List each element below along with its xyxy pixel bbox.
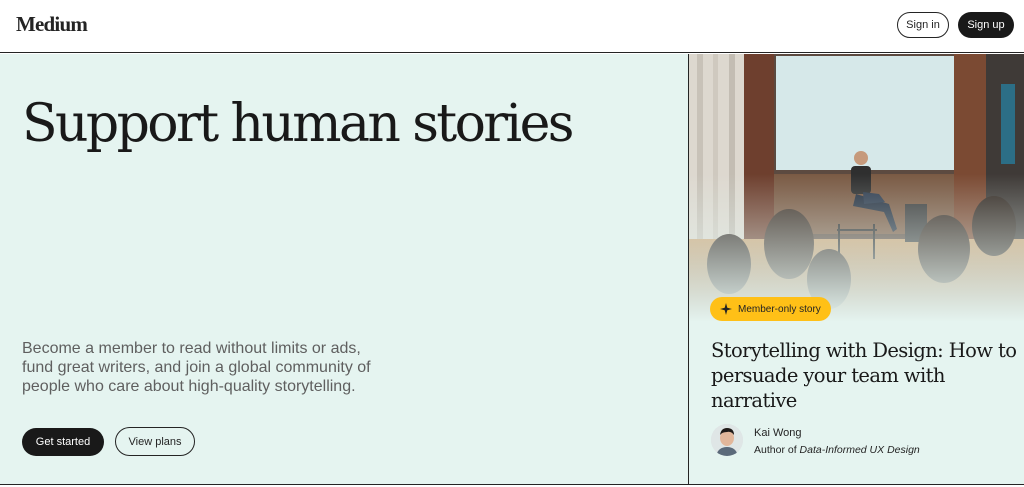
hero-section: Support human stories Become a member to…: [0, 54, 1024, 484]
hero-headline: Support human stories: [22, 94, 574, 154]
hero-content: Support human stories Become a member to…: [0, 54, 688, 484]
author-avatar[interactable]: [711, 424, 743, 456]
member-only-badge: Member-only story: [710, 297, 831, 321]
member-only-badge-label: Member-only story: [738, 303, 821, 315]
author-description: Author of Data-Informed UX Design: [754, 444, 920, 456]
bottom-divider: [0, 484, 1024, 485]
featured-story-card[interactable]: Member-only story Storytelling with Desi…: [689, 54, 1024, 484]
get-started-button[interactable]: Get started: [22, 428, 104, 456]
view-plans-button[interactable]: View plans: [115, 427, 195, 456]
author-name[interactable]: Kai Wong: [754, 427, 802, 439]
hero-description: Become a member to read without limits o…: [22, 340, 371, 395]
sign-up-button[interactable]: Sign up: [958, 12, 1014, 38]
medium-logo[interactable]: Medium: [16, 12, 88, 37]
story-cover-image: [689, 54, 1024, 322]
author-book-title: Data-Informed UX Design: [799, 444, 920, 456]
sign-in-button[interactable]: Sign in: [897, 12, 949, 38]
story-title[interactable]: Storytelling with Design: How to persuad…: [711, 338, 1021, 413]
sparkle-icon: [720, 303, 732, 315]
top-navigation-bar: Medium Sign in Sign up: [0, 0, 1024, 53]
